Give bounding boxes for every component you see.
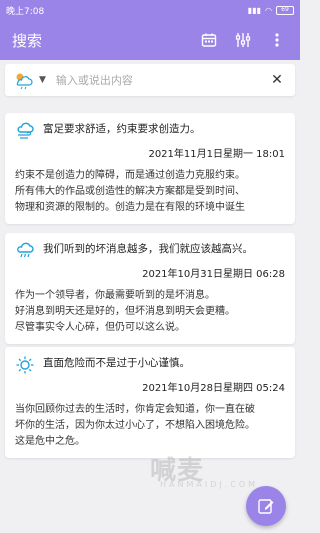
- sun-icon: [16, 356, 34, 374]
- card-body-line: 尽管事实令人心碎，但仍可以这么说。: [15, 322, 185, 333]
- search-input[interactable]: [55, 73, 267, 87]
- chevron-down-icon: ▼: [39, 75, 46, 85]
- diary-card-2[interactable]: 我们听到的坏消息越多，我们就应该越高兴。 2021年10月31日星期日 06:2…: [5, 233, 295, 344]
- card-body-line: 当你回顾你过去的生活时，你肯定会知道，你一直在破: [15, 404, 255, 415]
- card-headline: 我们听到的坏消息越多，我们就应该越高兴。: [43, 243, 253, 255]
- card-date: 2021年10月31日星期日 06:28: [142, 269, 285, 280]
- card-body-line: 这是危中之危。: [15, 436, 85, 447]
- battery-level: 69: [281, 6, 289, 13]
- battery-icon: 69: [276, 5, 294, 15]
- status-bar: 晚上7:08 ▮▮▮ ◠ 69: [0, 0, 300, 20]
- status-time: 晚上7:08: [6, 6, 45, 17]
- card-headline: 富足要求舒适，约束要求创造力。: [43, 123, 201, 135]
- watermark-sub: HANMAIDJ.COM: [160, 480, 259, 489]
- weather-filter-icon: [16, 73, 33, 89]
- card-date: 2021年10月28日星期四 05:24: [142, 383, 285, 394]
- filter-icon[interactable]: [232, 29, 254, 51]
- card-body-line: 约束不是创造力的障碍，而是通过创造力克服约束。: [15, 170, 245, 181]
- signal-icon: ▮▮▮: [247, 5, 262, 15]
- edit-icon: [258, 499, 274, 514]
- compose-button[interactable]: [246, 486, 286, 526]
- card-body-line: 坏你的生活，因为你太过小心了，不想陷入困境危险。: [15, 420, 255, 431]
- card-body-line: 所有伟大的作品或创造性的解决方案都是受到时间、: [15, 186, 245, 197]
- diary-card-3[interactable]: 直面危险而不是过于小心谨慎。 2021年10月28日星期四 05:24 当你回顾…: [5, 347, 295, 458]
- wifi-icon: ◠: [265, 5, 272, 15]
- card-body-line: 作为一个领导者，你最需要听到的是坏消息。: [15, 290, 215, 301]
- cloud-wind-icon: [17, 122, 34, 139]
- weather-filter-button[interactable]: ▼: [13, 71, 46, 89]
- card-headline: 直面危险而不是过于小心谨慎。: [43, 357, 190, 369]
- search-bar: ▼ ✕: [5, 64, 295, 96]
- card-body: 作为一个领导者，你最需要听到的是坏消息。 好消息到明天还是好的，但坏消息到明天会…: [15, 288, 285, 336]
- card-body: 当你回顾你过去的生活时，你肯定会知道，你一直在破 坏你的生活，因为你太过小心了，…: [15, 402, 285, 450]
- diary-card-1[interactable]: 富足要求舒适，约束要求创造力。 2021年11月1日星期一 18:01 约束不是…: [5, 113, 295, 224]
- card-body: 约束不是创造力的障碍，而是通过创造力克服约束。 所有伟大的作品或创造性的解决方案…: [15, 168, 285, 216]
- card-body-line: 物理和资源的限制的。创造力是在有限的环境中诞生: [15, 202, 245, 213]
- calendar-icon[interactable]: [198, 29, 220, 51]
- watermark: 喊麦 HANMAIDJ.COM: [150, 450, 255, 489]
- app-bar: 搜索: [0, 20, 300, 60]
- page-title: 搜索: [12, 31, 43, 50]
- status-indicators: ▮▮▮ ◠ 69: [247, 5, 294, 15]
- more-vert-icon[interactable]: [266, 29, 288, 51]
- card-date: 2021年11月1日星期一 18:01: [148, 149, 285, 160]
- close-icon[interactable]: ✕: [267, 72, 287, 88]
- card-body-line: 好消息到明天还是好的，但坏消息到明天会更糟。: [15, 306, 235, 317]
- cloud-rain-icon: [17, 242, 34, 258]
